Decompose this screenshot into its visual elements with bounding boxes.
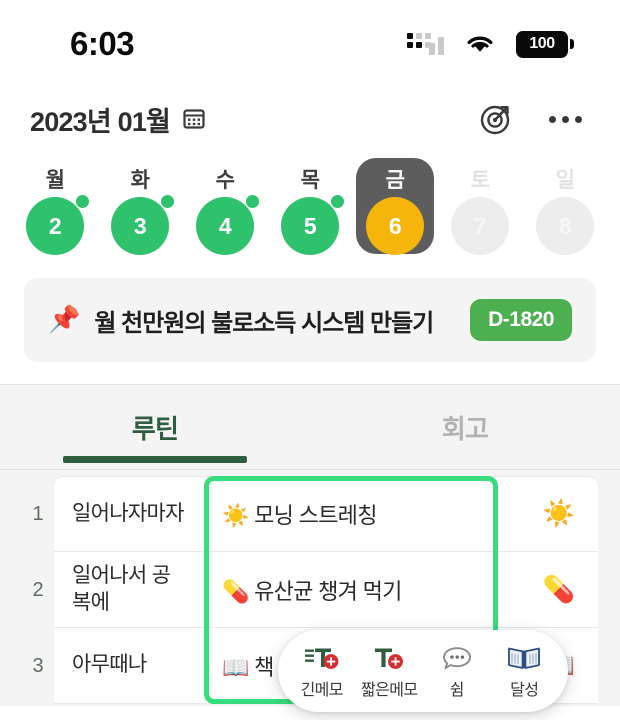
week-day-number: 8: [536, 197, 594, 255]
week-day-label: 일: [555, 169, 575, 192]
week-day-number: 2: [26, 197, 84, 255]
routine-task[interactable]: 💊 유산균 챙겨 먹기: [204, 552, 520, 628]
week-day-6[interactable]: 일 8: [526, 158, 604, 255]
header-actions: [479, 102, 584, 136]
target-icon[interactable]: [479, 102, 513, 136]
more-options-icon[interactable]: [547, 110, 584, 129]
week-day-label: 목: [300, 169, 320, 192]
row-number: 1: [32, 502, 44, 525]
week-day-1[interactable]: 화 3: [101, 158, 179, 255]
routine-task[interactable]: ☀️ 모닝 스트레칭: [204, 476, 520, 552]
context-menu-label: 쉼: [449, 682, 465, 699]
short-memo-add-icon: [371, 642, 407, 674]
week-day-label: 월: [45, 169, 65, 192]
week-day-status-dot: [76, 195, 89, 208]
week-day-number: 3: [111, 197, 169, 255]
routine-context-menu: 긴메모 짧은메모 쉼 달성: [278, 630, 568, 712]
routine-when[interactable]: 아무때나: [54, 628, 204, 704]
app-header: 2023년 01월: [0, 88, 620, 150]
week-strip: 월 2 화 3 수 4 목 5 금 6 토 7 일 8: [0, 150, 620, 272]
table-row[interactable]: 2 일어나서 공복에 💊 유산균 챙겨 먹기 💊: [22, 552, 598, 628]
context-menu-item-short-memo[interactable]: 짧은메모: [356, 642, 422, 700]
routine-status-icon[interactable]: ☀️: [520, 476, 598, 552]
week-day-label: 금: [385, 169, 405, 192]
week-day-number: 4: [196, 197, 254, 255]
signal-dots-icon: [407, 33, 444, 55]
goal-dday-badge: D-1820: [470, 299, 572, 341]
context-menu-label: 달성: [510, 682, 539, 699]
tab-routine-label: 루틴: [131, 413, 179, 444]
status-indicators: 100: [407, 30, 574, 58]
tab-routine[interactable]: 루틴: [0, 385, 310, 469]
week-day-0[interactable]: 월 2: [16, 158, 94, 255]
week-day-label: 토: [470, 169, 490, 192]
wifi-icon: [467, 36, 493, 52]
month-selector[interactable]: 2023년 01월: [30, 100, 206, 139]
app-screen: 6:03 100 2023년 01월 월 2 화 3 수 4 목 5 금 6 토…: [0, 0, 620, 720]
row-number: 3: [32, 654, 44, 677]
week-day-number: 7: [451, 197, 509, 255]
week-day-label: 화: [130, 169, 150, 192]
page-title: 2023년 01월: [30, 106, 171, 137]
battery-level: 100: [529, 35, 555, 52]
status-time: 6:03: [70, 25, 135, 62]
week-day-status-dot: [246, 195, 259, 208]
table-row[interactable]: 1 일어나자마자 ☀️ 모닝 스트레칭 ☀️: [22, 476, 598, 552]
goal-title: 월 천만원의 불로소득 시스템 만들기: [94, 309, 434, 337]
pushpin-icon: 📌: [48, 305, 81, 335]
week-day-status-dot: [331, 195, 344, 208]
row-number: 2: [32, 578, 44, 601]
rest-bubble-icon: [441, 642, 473, 674]
week-day-label: 수: [215, 169, 235, 192]
tab-bar: 루틴 회고: [0, 384, 620, 470]
context-menu-label: 긴메모: [300, 682, 344, 699]
routine-status-icon[interactable]: 💊: [520, 552, 598, 628]
week-day-number: 5: [281, 197, 339, 255]
achieve-book-icon: [507, 642, 541, 674]
week-day-5[interactable]: 토 7: [441, 158, 519, 255]
battery-icon: 100: [516, 30, 574, 58]
calendar-icon[interactable]: [182, 107, 206, 131]
context-menu-item-achieve[interactable]: 달성: [491, 642, 557, 700]
routine-when[interactable]: 일어나서 공복에: [54, 552, 204, 628]
context-menu-label: 짧은메모: [361, 682, 418, 699]
routine-when[interactable]: 일어나자마자: [54, 476, 204, 552]
tab-review-label: 회고: [441, 413, 489, 444]
week-day-3[interactable]: 목 5: [271, 158, 349, 255]
tab-review[interactable]: 회고: [310, 385, 620, 469]
long-memo-add-icon: [304, 642, 340, 674]
week-day-4-selected[interactable]: 금 6: [356, 158, 434, 255]
status-bar: 6:03 100: [0, 0, 620, 88]
week-day-number: 6: [366, 197, 424, 255]
week-day-2[interactable]: 수 4: [186, 158, 264, 255]
goal-card[interactable]: 📌 월 천만원의 불로소득 시스템 만들기 D-1820: [24, 278, 596, 362]
context-menu-item-long-memo[interactable]: 긴메모: [289, 642, 355, 700]
context-menu-item-rest[interactable]: 쉼: [424, 642, 490, 700]
week-day-status-dot: [161, 195, 174, 208]
